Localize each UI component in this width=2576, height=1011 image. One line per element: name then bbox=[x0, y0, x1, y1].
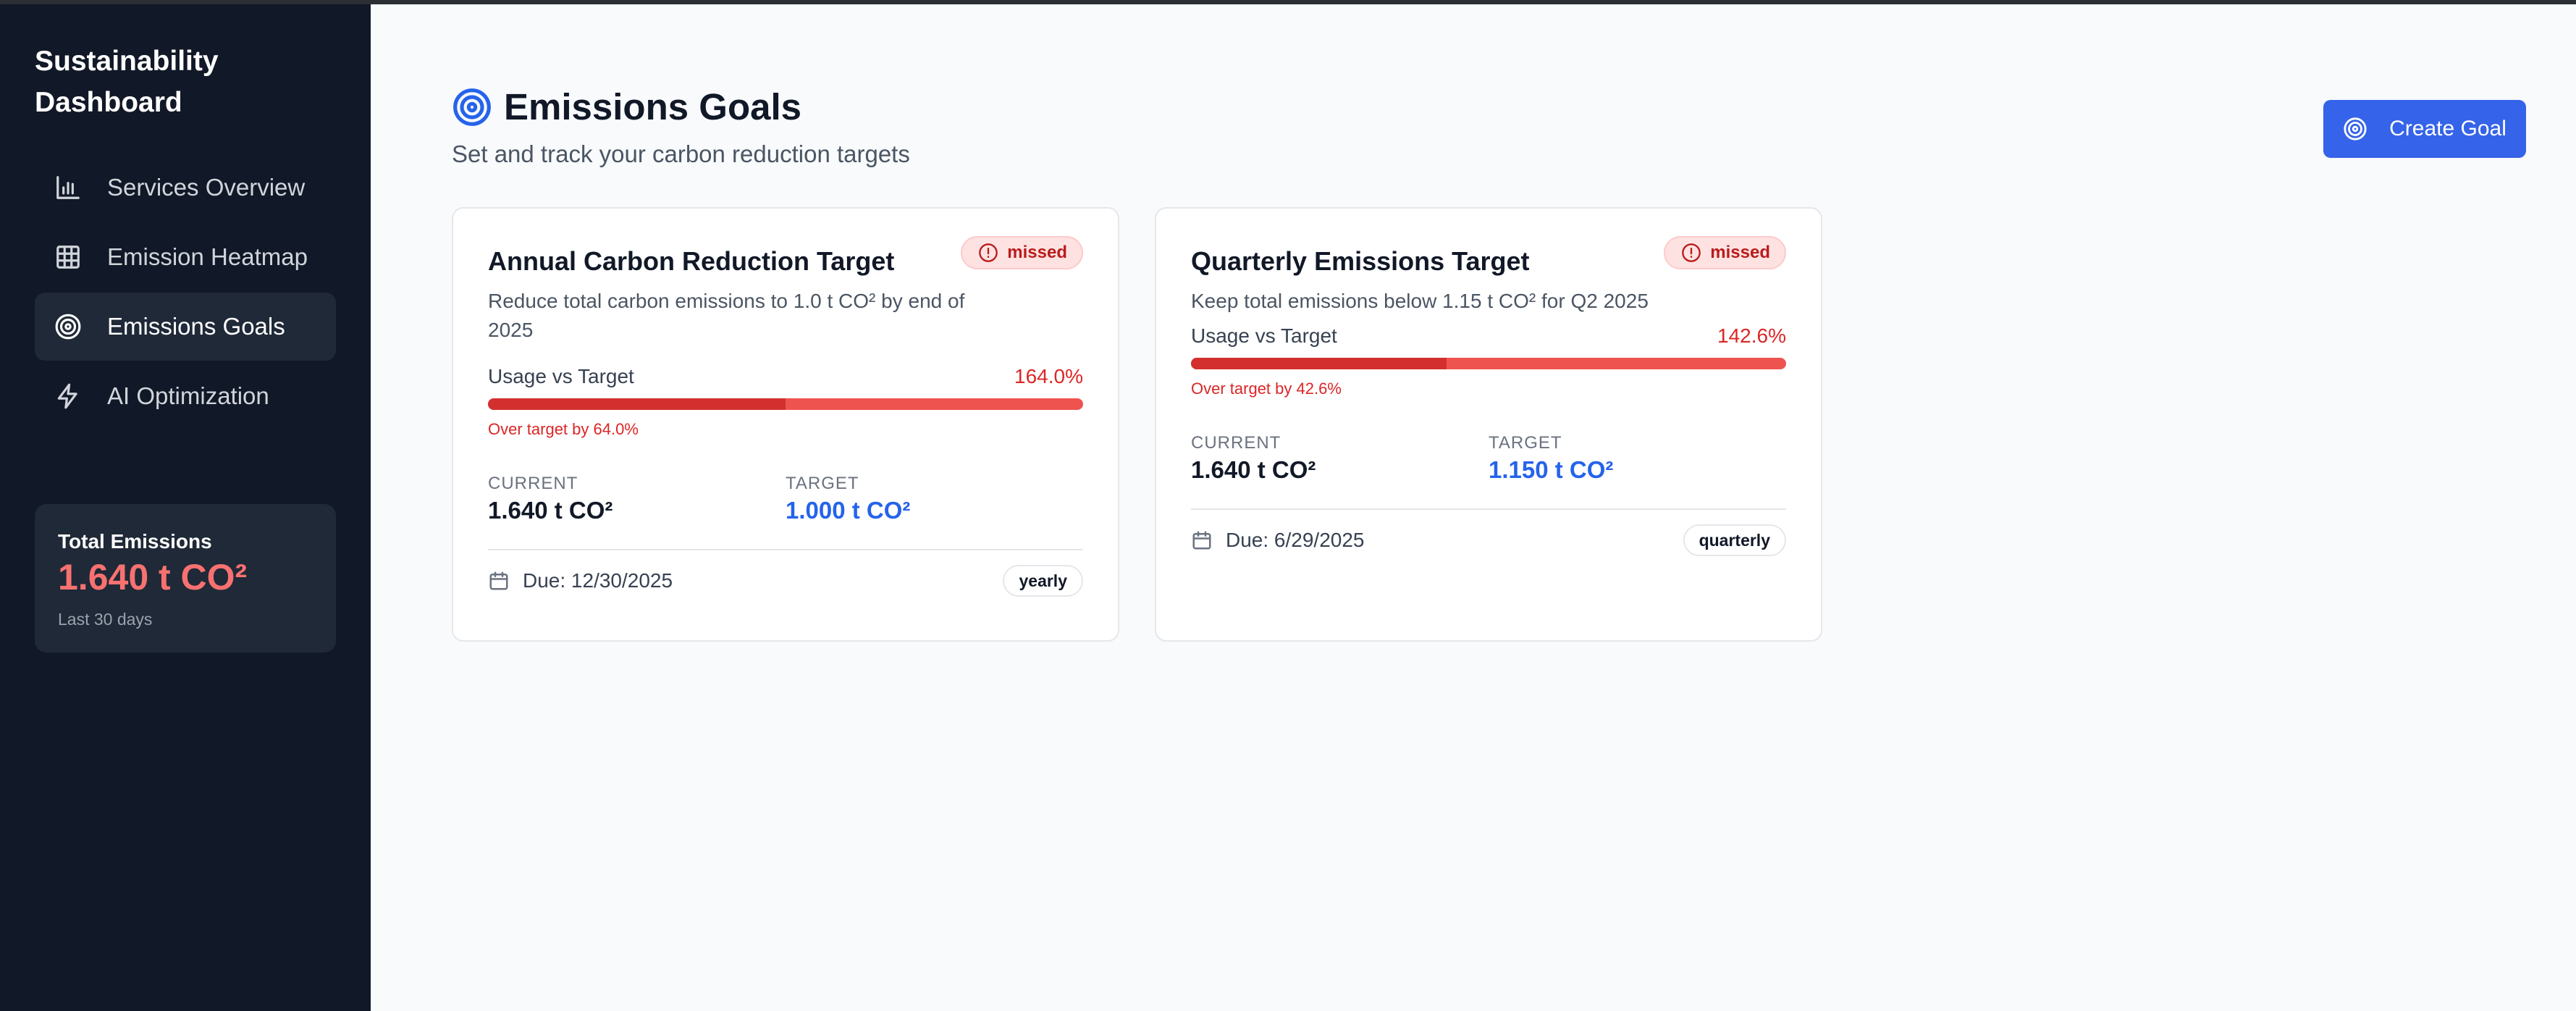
target-stat: TARGET 1.150 t CO² bbox=[1489, 433, 1786, 484]
target-value: 1.000 t CO² bbox=[786, 497, 911, 524]
due-text: Due: 6/29/2025 bbox=[1226, 529, 1365, 551]
lightning-icon bbox=[54, 382, 83, 411]
app-title: Sustainability Dashboard bbox=[35, 46, 219, 118]
calendar-icon bbox=[1191, 529, 1213, 551]
divider bbox=[488, 549, 1083, 550]
over-target-text: Over target by 64.0% bbox=[488, 420, 639, 438]
page-subtitle: Set and track your carbon reduction targ… bbox=[452, 140, 910, 167]
create-goal-button[interactable]: Create Goal bbox=[2323, 100, 2526, 158]
grid-icon bbox=[54, 243, 83, 272]
usage-label: Usage vs Target bbox=[488, 365, 634, 387]
current-label: CURRENT bbox=[488, 474, 578, 493]
due-date: Due: 6/29/2025 bbox=[1191, 529, 1365, 552]
window-top-border bbox=[0, 0, 2576, 4]
sidebar-item-emissions-goals[interactable]: Emissions Goals bbox=[35, 293, 336, 361]
usage-label: Usage vs Target bbox=[1191, 324, 1337, 347]
target-icon bbox=[2343, 117, 2367, 141]
due-date: Due: 12/30/2025 bbox=[488, 569, 673, 592]
goal-description: Keep total emissions below 1.15 t CO² fo… bbox=[1191, 290, 1649, 312]
sidebar-item-services-overview[interactable]: Services Overview bbox=[35, 154, 336, 222]
usage-row: Usage vs Target 142.6% bbox=[1191, 324, 1786, 348]
sidebar: Sustainability Dashboard Services Overvi… bbox=[0, 0, 371, 1011]
main-content: Emissions Goals Set and track your carbo… bbox=[371, 0, 2576, 1011]
over-target-text: Over target by 42.6% bbox=[1191, 379, 1342, 398]
status-text: missed bbox=[1007, 243, 1067, 262]
usage-progress-fill bbox=[1191, 358, 1447, 369]
current-label: CURRENT bbox=[1191, 433, 1281, 453]
goal-stats: CURRENT 1.640 t CO² TARGET 1.150 t CO² bbox=[1191, 433, 1786, 484]
sidebar-item-label: Emissions Goals bbox=[107, 313, 285, 340]
alert-circle-icon bbox=[1681, 243, 1701, 263]
sidebar-item-label: Emission Heatmap bbox=[107, 243, 308, 270]
calendar-icon bbox=[488, 570, 510, 592]
usage-progress-bar bbox=[1191, 358, 1786, 369]
page-header: Emissions Goals bbox=[452, 85, 801, 128]
current-value: 1.640 t CO² bbox=[1191, 456, 1316, 483]
goal-card[interactable]: Annual Carbon Reduction Target missed Re… bbox=[452, 207, 1119, 642]
create-goal-label: Create Goal bbox=[2389, 117, 2506, 140]
target-value: 1.150 t CO² bbox=[1489, 456, 1614, 483]
total-emissions-period: Last 30 days bbox=[58, 610, 153, 629]
sidebar-item-label: AI Optimization bbox=[107, 382, 269, 409]
target-stat: TARGET 1.000 t CO² bbox=[786, 474, 1083, 524]
usage-percent: 142.6% bbox=[1717, 324, 1786, 347]
target-label: TARGET bbox=[1489, 433, 1562, 453]
sidebar-item-label: Services Overview bbox=[107, 174, 306, 201]
usage-progress-bar bbox=[488, 398, 1083, 410]
target-label: TARGET bbox=[786, 474, 859, 493]
status-badge: missed bbox=[961, 236, 1083, 269]
usage-percent: 164.0% bbox=[1014, 365, 1083, 387]
goal-stats: CURRENT 1.640 t CO² TARGET 1.000 t CO² bbox=[488, 474, 1083, 524]
page-title: Emissions Goals bbox=[504, 86, 801, 127]
total-emissions-label: Total Emissions bbox=[58, 530, 212, 553]
current-value: 1.640 t CO² bbox=[488, 497, 613, 524]
goal-footer: Due: 12/30/2025 yearly bbox=[488, 565, 1083, 597]
sidebar-nav: Services Overview Emission Heatmap Emiss… bbox=[35, 154, 336, 430]
status-badge: missed bbox=[1664, 236, 1786, 269]
usage-row: Usage vs Target 164.0% bbox=[488, 365, 1083, 388]
alert-circle-icon bbox=[978, 243, 998, 263]
sidebar-item-ai-optimization[interactable]: AI Optimization bbox=[35, 362, 336, 430]
status-text: missed bbox=[1710, 243, 1770, 262]
usage-progress-fill bbox=[488, 398, 786, 410]
divider bbox=[1191, 508, 1786, 510]
current-stat: CURRENT 1.640 t CO² bbox=[488, 474, 786, 524]
target-icon bbox=[452, 87, 492, 127]
goal-description: Reduce total carbon emissions to 1.0 t C… bbox=[488, 290, 965, 341]
period-badge: quarterly bbox=[1683, 524, 1786, 556]
period-badge: yearly bbox=[1003, 565, 1083, 597]
total-emissions-value: 1.640 t CO² bbox=[58, 557, 248, 597]
target-icon bbox=[54, 312, 83, 341]
sidebar-item-emission-heatmap[interactable]: Emission Heatmap bbox=[35, 223, 336, 291]
current-stat: CURRENT 1.640 t CO² bbox=[1191, 433, 1489, 484]
bar-chart-icon bbox=[54, 173, 83, 202]
due-text: Due: 12/30/2025 bbox=[523, 569, 673, 592]
total-emissions-card: Total Emissions 1.640 t CO² Last 30 days bbox=[35, 504, 336, 653]
goal-card[interactable]: Quarterly Emissions Target missed Keep t… bbox=[1155, 207, 1822, 642]
goal-footer: Due: 6/29/2025 quarterly bbox=[1191, 524, 1786, 556]
